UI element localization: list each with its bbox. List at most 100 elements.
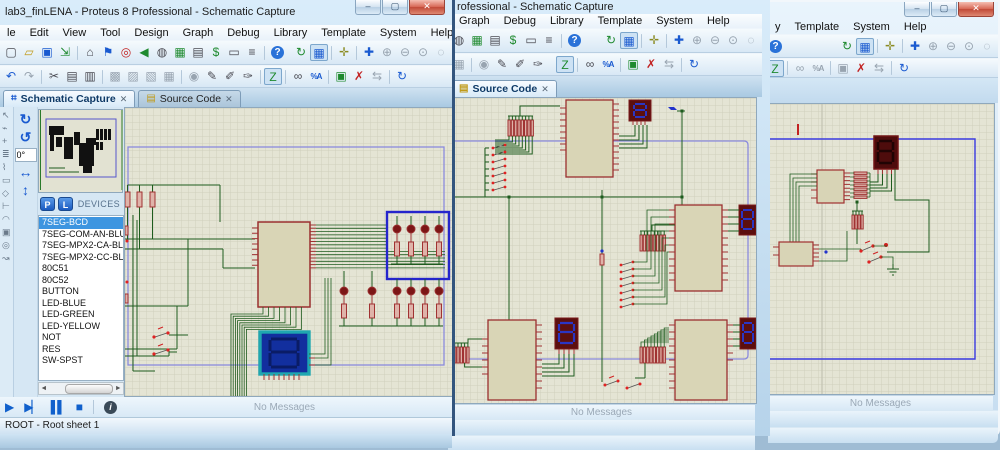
tab-source-code[interactable]: ▤ Source Code ✕ — [138, 90, 240, 107]
design-doc-button[interactable]: ▤ — [486, 32, 504, 49]
device-list-item[interactable]: LED-GREEN — [39, 309, 123, 321]
zoom-area-button[interactable]: ⊙ — [414, 44, 432, 61]
zoom-in-button[interactable]: ⊕ — [688, 32, 706, 49]
wire-autorouter-button[interactable]: Z — [264, 68, 282, 85]
origin-button[interactable]: ✛ — [335, 44, 353, 61]
rotation-angle-input[interactable] — [15, 148, 37, 162]
search-tag-button[interactable]: ∞ — [289, 68, 307, 85]
property-assignment-button[interactable]: %A — [307, 68, 325, 85]
overview-minimap[interactable] — [38, 109, 123, 193]
library-manager-button[interactable]: L — [58, 197, 73, 211]
toggle-grid-button[interactable]: ▦ — [310, 44, 328, 61]
remove-sheet-button[interactable]: ✗ — [350, 68, 368, 85]
notes-button[interactable]: ≡ — [540, 32, 558, 49]
zoom-area-button[interactable]: ⊙ — [960, 38, 978, 55]
menu-tool[interactable]: Tool — [93, 26, 127, 40]
recalculate-button[interactable]: ↻ — [895, 60, 913, 77]
zoom-area-button[interactable]: ⊙ — [724, 32, 742, 49]
menu-template[interactable]: Template — [314, 26, 373, 40]
bus-mode-icon[interactable]: ▭ — [0, 175, 13, 186]
schematic-canvas[interactable] — [124, 107, 452, 397]
remove-sheet-button[interactable]: ✗ — [642, 56, 660, 73]
zoom-in-button[interactable]: ⊕ — [378, 44, 396, 61]
tab-close-icon[interactable]: ✕ — [225, 94, 233, 105]
stop-button[interactable]: ■ — [76, 398, 81, 416]
menu-library[interactable]: Library — [267, 26, 315, 40]
simulate-button[interactable]: ◀ — [135, 44, 153, 61]
scroll-left-icon[interactable]: ◄ — [39, 385, 49, 392]
schematic-canvas[interactable] — [768, 103, 995, 395]
simulation-log-button[interactable]: i — [104, 401, 117, 414]
packaging-tool-button[interactable]: ✐ — [511, 56, 529, 73]
device-list-item[interactable]: 7SEG-BCD — [39, 217, 123, 229]
step-button[interactable]: ▶▏ — [24, 398, 38, 416]
device-list-item[interactable]: LED-BLUE — [39, 298, 123, 310]
menu-system[interactable]: System — [649, 14, 700, 28]
design-doc-button[interactable]: ▤ — [189, 44, 207, 61]
scrollbar-thumb[interactable] — [65, 384, 114, 394]
goto-sheet-button[interactable]: ⇆ — [660, 56, 678, 73]
tab-close-icon[interactable]: ✕ — [120, 94, 128, 105]
minimize-button[interactable]: – — [904, 2, 930, 17]
device-list-item[interactable]: LED-YELLOW — [39, 321, 123, 333]
new-sheet-button[interactable]: ▦ — [468, 32, 486, 49]
new-root-sheet-button[interactable]: ▣ — [624, 56, 642, 73]
home-page-button[interactable]: ⌂ — [81, 44, 99, 61]
redo-button[interactable]: ↷ — [20, 68, 38, 85]
device-list-scrollbar[interactable]: ◄ ► — [38, 382, 124, 395]
electrical-rule-check-button[interactable]: ▭ — [522, 32, 540, 49]
device-list-item[interactable]: 7SEG-MPX2-CC-BLUE — [39, 252, 123, 264]
pick-parts-button[interactable]: ◉ — [475, 56, 493, 73]
minimize-button[interactable]: – — [355, 0, 381, 15]
device-list-item[interactable]: 7SEG-COM-AN-BLUE — [39, 229, 123, 241]
text-script-icon[interactable]: ⌇ — [0, 162, 13, 173]
block-rotate-button[interactable]: ▧ — [142, 68, 160, 85]
device-list-item[interactable]: 7SEG-MPX2-CA-BLUE — [39, 240, 123, 252]
generator-icon[interactable]: ◎ — [0, 240, 13, 251]
block-copy-button[interactable]: ▩ — [106, 68, 124, 85]
help-button[interactable]: ? — [769, 40, 782, 53]
save-project-button[interactable]: ▣ — [38, 44, 56, 61]
menu-view[interactable]: View — [56, 26, 94, 40]
scroll-right-icon[interactable]: ► — [113, 385, 123, 392]
menu-debug[interactable]: Debug — [497, 14, 543, 28]
pick-parts-button[interactable]: ◉ — [185, 68, 203, 85]
menu-help[interactable]: Help — [700, 14, 737, 28]
close-button[interactable]: ✕ — [409, 0, 445, 15]
junction-dot-icon[interactable]: + — [0, 136, 13, 147]
electrical-rule-check-button[interactable]: ▭ — [225, 44, 243, 61]
schematic-capture-button[interactable]: ⚑ — [99, 44, 117, 61]
block-delete-button[interactable]: ▦ — [160, 68, 178, 85]
pan-button[interactable]: ✚ — [906, 38, 924, 55]
origin-button[interactable]: ✛ — [645, 32, 663, 49]
zoom-out-button[interactable]: ⊖ — [396, 44, 414, 61]
decompose-button[interactable]: ✑ — [239, 68, 257, 85]
wire-autorouter-button[interactable]: Z — [556, 56, 574, 73]
rotate-anticlockwise-button[interactable]: ↺ — [20, 130, 32, 145]
menu-edit[interactable]: Edit — [23, 26, 56, 40]
menu-debug[interactable]: Debug — [220, 26, 266, 40]
pan-button[interactable]: ✚ — [670, 32, 688, 49]
window-title[interactable]: rofessional - Schematic Capture — [448, 0, 762, 14]
make-device-button[interactable]: ✎ — [203, 68, 221, 85]
device-list-item[interactable]: RES — [39, 344, 123, 356]
selection-mode-icon[interactable]: ↖ — [0, 110, 13, 121]
new-project-button[interactable]: ▢ — [2, 44, 20, 61]
zoom-all-button[interactable]: ◌ — [742, 32, 760, 49]
property-assignment-button[interactable]: %A — [809, 60, 827, 77]
make-device-button[interactable]: ✎ — [493, 56, 511, 73]
menu-template[interactable]: Template — [788, 20, 847, 34]
recalculate-button[interactable]: ↻ — [685, 56, 703, 73]
graph-mode-icon[interactable]: ▣ — [0, 227, 13, 238]
rotate-clockwise-button[interactable]: ↻ — [20, 112, 32, 127]
pan-button[interactable]: ✚ — [360, 44, 378, 61]
schematic-canvas[interactable] — [448, 97, 757, 404]
open-project-button[interactable]: ▱ — [20, 44, 38, 61]
tab-schematic-capture[interactable]: ⌗ Schematic Capture ✕ — [3, 90, 135, 107]
menu-system[interactable]: System — [373, 26, 424, 40]
pick-devices-button[interactable]: P — [40, 197, 55, 211]
close-button[interactable]: ✕ — [958, 2, 994, 17]
menu-help[interactable]: Help — [424, 26, 452, 40]
new-sheet-button[interactable]: ▦ — [171, 44, 189, 61]
search-tag-button[interactable]: ∞ — [581, 56, 599, 73]
